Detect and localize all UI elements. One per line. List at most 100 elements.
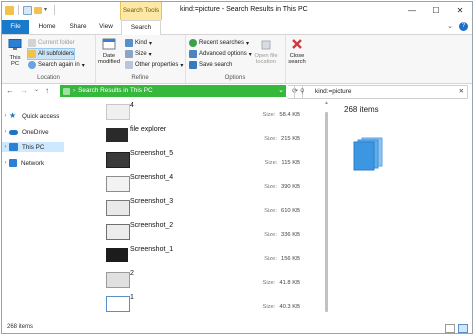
- file-name: Screenshot_4: [130, 174, 174, 181]
- details-view-icon[interactable]: [445, 324, 455, 333]
- scroll-up-icon[interactable]: ▲: [323, 100, 330, 106]
- status-bar: 268 items: [2, 322, 472, 333]
- clock-icon: [189, 39, 197, 47]
- recent-searches-label: Recent searches: [199, 40, 245, 46]
- title-bar: ▾ Search Tools kind:=picture - Search Re…: [2, 2, 472, 20]
- window-title: kind:=picture - Search Results in This P…: [180, 6, 308, 13]
- chevron-right-icon[interactable]: ›: [2, 160, 9, 166]
- all-subfolders-label: All subfolders: [38, 51, 75, 57]
- file-size: Size: 40.3 KB: [262, 304, 300, 310]
- network-icon: [9, 159, 17, 167]
- forward-arrow-icon[interactable]: →: [20, 86, 28, 95]
- advanced-options-button[interactable]: Advanced options ▾: [189, 49, 252, 59]
- recent-searches-button[interactable]: Recent searches ▾: [189, 38, 249, 48]
- list-item[interactable]: Screenshot_4 Size: 390 KB: [94, 172, 322, 195]
- file-name: Screenshot_2: [130, 222, 174, 229]
- scrollbar-thumb[interactable]: [325, 112, 328, 312]
- search-box[interactable]: ⚲ kind:=picture ✕: [294, 85, 468, 99]
- vertical-scrollbar[interactable]: ▲: [323, 100, 330, 322]
- this-pc-button[interactable]: This PC: [5, 38, 25, 68]
- chevron-right-icon[interactable]: ›: [2, 129, 9, 135]
- search-again-button[interactable]: Search again in ▾: [28, 60, 85, 70]
- refine-group-label: Refine: [131, 75, 149, 81]
- chevron-down-icon[interactable]: ⌄: [278, 85, 284, 97]
- sidebar-item-label: Network: [21, 159, 45, 167]
- chevron-right-icon[interactable]: ›: [2, 144, 9, 150]
- list-item[interactable]: Screenshot_5 Size: 115 KB: [94, 148, 322, 171]
- size-button[interactable]: Size ▾: [125, 49, 152, 59]
- file-name: Screenshot_3: [130, 198, 174, 205]
- new-folder-icon[interactable]: [34, 6, 42, 14]
- open-file-location-icon: [261, 40, 271, 50]
- other-properties-button[interactable]: Other properties ▾: [125, 60, 183, 70]
- large-icons-view-icon[interactable]: [458, 324, 468, 333]
- tab-home[interactable]: Home: [34, 20, 60, 34]
- file-size: Size: 156 KB: [264, 256, 300, 262]
- tab-share[interactable]: Share: [65, 20, 91, 34]
- this-pc-label: This PC: [9, 54, 21, 68]
- chevron-right-icon[interactable]: ›: [2, 113, 9, 119]
- other-properties-label: Other properties: [135, 62, 179, 68]
- list-item[interactable]: Screenshot_1 Size: 156 KB: [94, 244, 322, 267]
- current-folder-button[interactable]: Current folder: [28, 38, 75, 48]
- chevron-down-icon[interactable]: ⌄: [34, 86, 39, 95]
- sidebar-item-onedrive[interactable]: › OneDrive: [2, 127, 64, 137]
- ribbon-tabs: File Home Share View Search ⌄ ?: [2, 20, 472, 36]
- open-file-location-label: Open file location: [254, 52, 278, 66]
- tab-search[interactable]: Search: [121, 20, 161, 36]
- chevron-down-icon: ▾: [180, 62, 184, 69]
- list-item[interactable]: file explorer Size: 215 KB: [94, 124, 322, 147]
- list-item[interactable]: 2 Size: 41.8 KB: [94, 268, 322, 291]
- search-query[interactable]: kind:=picture: [315, 86, 351, 98]
- sidebar-item-quick-access[interactable]: › ★ Quick access: [2, 111, 64, 121]
- clear-search-icon[interactable]: ✕: [459, 86, 464, 98]
- window-controls: — ☐ ✕: [400, 2, 472, 20]
- list-item[interactable]: Screenshot_2 Size: 336 KB: [94, 220, 322, 243]
- file-name: Screenshot_1: [130, 246, 174, 253]
- search-icon: ⚲: [300, 88, 305, 95]
- history-controls: ← → ⌄ ↑: [6, 86, 49, 95]
- breadcrumb: › Search Results in This PC: [63, 85, 153, 97]
- save-icon: [189, 61, 197, 69]
- minimize-button[interactable]: —: [400, 2, 424, 20]
- chevron-down-icon[interactable]: ⌄: [447, 22, 453, 31]
- tab-view[interactable]: View: [95, 20, 117, 34]
- tab-file[interactable]: File: [2, 20, 29, 34]
- navigation-bar: ← → ⌄ ↑ › Search Results in This PC ⌄ ⟳ …: [2, 84, 472, 99]
- chevron-down-icon: ▾: [81, 62, 85, 69]
- chevron-right-icon: ›: [73, 87, 76, 94]
- monitor-icon: [8, 39, 22, 50]
- close-search-button[interactable]: Close search: [286, 38, 308, 66]
- options-group-label: Options: [224, 75, 246, 81]
- sidebar-item-label: Quick access: [22, 112, 60, 120]
- maximize-button[interactable]: ☐: [424, 2, 448, 20]
- help-icon[interactable]: ?: [459, 22, 468, 31]
- all-subfolders-button[interactable]: All subfolders: [27, 48, 76, 60]
- thumbnail: [106, 224, 130, 240]
- sidebar-item-label: OneDrive: [22, 128, 49, 136]
- sidebar-item-this-pc[interactable]: › This PC: [2, 142, 64, 152]
- quick-access-toolbar: ▾: [5, 5, 57, 15]
- back-arrow-icon[interactable]: ←: [6, 86, 14, 95]
- list-item[interactable]: 1 Size: 40.3 KB: [94, 292, 322, 315]
- properties-icon[interactable]: [23, 5, 32, 15]
- chevron-down-icon[interactable]: ▾: [44, 6, 50, 15]
- chevron-down-icon: ▾: [148, 51, 152, 58]
- size-icon: [125, 50, 133, 58]
- up-arrow-icon[interactable]: ↑: [45, 86, 49, 95]
- sidebar-item-network[interactable]: › Network: [2, 158, 64, 168]
- file-name: file explorer: [130, 126, 167, 133]
- address-bar[interactable]: › Search Results in This PC ⌄: [60, 85, 286, 97]
- list-item[interactable]: Screenshot_3 Size: 610 KB: [94, 196, 322, 219]
- kind-button[interactable]: Kind ▾: [125, 38, 152, 48]
- close-button[interactable]: ✕: [448, 2, 472, 20]
- date-modified-button[interactable]: Date modified: [96, 38, 122, 66]
- list-item[interactable]: 4 Size: 58.4 KB: [94, 100, 322, 123]
- thumbnail: [106, 152, 130, 168]
- open-file-location-button[interactable]: Open file location: [251, 38, 281, 66]
- save-search-button[interactable]: Save search: [189, 60, 232, 70]
- thumbnail: [106, 272, 130, 288]
- view-switcher: [445, 324, 468, 333]
- file-size: Size: 610 KB: [264, 208, 300, 214]
- file-name: 1: [130, 294, 134, 301]
